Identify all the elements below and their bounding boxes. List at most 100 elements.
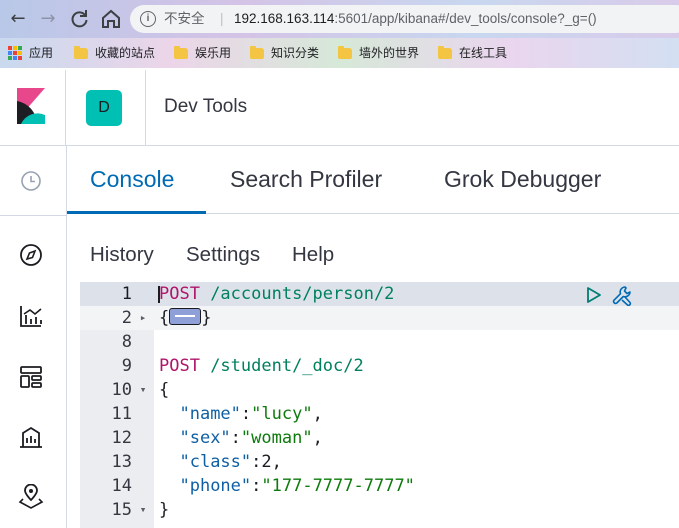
line-number: 11 [111, 404, 132, 424]
fold-toggle-icon[interactable]: ▾ [137, 378, 149, 402]
play-icon[interactable] [582, 284, 604, 306]
line-number: 1 [121, 284, 132, 304]
settings-link[interactable]: Settings [186, 243, 260, 267]
code-line[interactable]: 13 "class":2, [80, 450, 679, 474]
line-number: 2 [121, 308, 132, 328]
json-key: "phone" [179, 476, 252, 496]
json-value: 2 [261, 452, 272, 472]
kibana-logo[interactable] [0, 70, 66, 145]
code-line[interactable]: 10 ▾ { [80, 378, 679, 402]
forward-icon[interactable]: → [36, 7, 60, 31]
folder-icon [338, 45, 352, 59]
security-label: 不安全 [164, 11, 205, 26]
bookmark-label: 知识分类 [271, 46, 320, 60]
json-pair: "class":2, [179, 452, 282, 472]
compass-icon[interactable] [18, 242, 44, 268]
help-link[interactable]: Help [292, 243, 334, 267]
code-line[interactable]: 1 POST /accounts/person/2 [80, 282, 679, 306]
bookmark-folder[interactable]: 娱乐用 [174, 45, 231, 61]
json-comma: , [312, 428, 323, 448]
json-comma: , [312, 404, 323, 424]
line-number: 13 [111, 452, 132, 472]
folder-icon [174, 45, 188, 59]
info-icon[interactable]: i [140, 11, 156, 27]
canvas-icon[interactable] [18, 424, 44, 450]
dashboard-icon[interactable] [18, 364, 44, 390]
bookmark-apps[interactable]: 应用 [8, 45, 53, 61]
url-host: 192.168.163.114 [234, 11, 335, 26]
request-path: /accounts/person/2 [199, 284, 395, 304]
text-cursor [158, 286, 160, 303]
json-key: "name" [179, 404, 241, 424]
home-icon[interactable] [99, 7, 123, 31]
history-link[interactable]: History [90, 243, 154, 267]
active-tab-indicator [67, 211, 206, 214]
address-bar[interactable]: i 不安全 | 192.168.163.114:5601/app/kibana#… [130, 5, 679, 33]
back-icon[interactable]: ← [6, 7, 30, 31]
json-value: "woman" [240, 428, 313, 448]
bookmark-label: 娱乐用 [195, 46, 232, 60]
clock-icon[interactable] [18, 168, 44, 194]
brace-open: { [159, 308, 170, 328]
bookmark-folder[interactable]: 收藏的站点 [74, 45, 155, 61]
bookmark-folder[interactable]: 墙外的世界 [338, 45, 419, 61]
wrench-icon[interactable] [611, 284, 633, 306]
folded-body: {} [159, 306, 212, 330]
url-path: :5601/app/kibana#/dev_tools/console?_g=(… [334, 11, 597, 26]
line-number: 10 [111, 380, 132, 400]
line-number: 9 [121, 356, 132, 376]
folder-icon [74, 45, 88, 59]
code-line[interactable]: 14 "phone":"177-7777-7777" [80, 474, 679, 498]
brace-close: } [159, 500, 170, 520]
request-line: POST /student/_doc/2 [159, 354, 364, 378]
code-line[interactable]: 15 ▾ } [80, 498, 679, 522]
tab-console[interactable]: Console [90, 166, 174, 212]
apps-icon [8, 46, 22, 60]
tab-grok-debugger[interactable]: Grok Debugger [444, 166, 601, 212]
visualize-icon[interactable] [18, 303, 44, 329]
json-pair: "phone":"177-7777-7777" [179, 476, 415, 496]
code-line[interactable]: 8 [80, 330, 679, 354]
line-number: 14 [111, 476, 132, 496]
json-key: "class" [179, 452, 252, 472]
http-method: POST [159, 284, 200, 304]
fold-toggle-icon[interactable]: ▸ [137, 306, 149, 330]
line-number: 8 [121, 332, 132, 352]
code-line[interactable]: 9 POST /student/_doc/2 [80, 354, 679, 378]
brace-open: { [159, 380, 170, 400]
request-path: /student/_doc/2 [199, 356, 364, 376]
json-pair: "sex":"woman", [179, 428, 323, 448]
bookmark-folder[interactable]: 知识分类 [250, 45, 319, 61]
fold-placeholder-icon[interactable] [169, 308, 202, 325]
json-value: "lucy" [251, 404, 313, 424]
code-line[interactable]: 11 "name":"lucy", [80, 402, 679, 426]
fold-toggle-icon[interactable]: ▾ [137, 498, 149, 522]
tab-search-profiler[interactable]: Search Profiler [230, 166, 382, 212]
folder-icon [438, 45, 452, 59]
code-line[interactable]: 12 "sex":"woman", [80, 426, 679, 450]
reload-icon[interactable] [67, 7, 91, 31]
bookmark-folder[interactable]: 在线工具 [438, 45, 507, 61]
json-key: "sex" [179, 428, 231, 448]
bookmark-label: 墙外的世界 [359, 46, 420, 60]
bookmark-label: 在线工具 [459, 46, 508, 60]
folder-icon [250, 45, 264, 59]
space-selector[interactable]: D [66, 70, 146, 145]
bookmark-label: 收藏的站点 [95, 46, 156, 60]
code-line[interactable]: 2 ▸ {} [80, 306, 679, 330]
line-number: 15 [111, 500, 132, 520]
recently-viewed[interactable] [0, 146, 66, 216]
json-value: "177-7777-7777" [261, 476, 415, 496]
json-pair: "name":"lucy", [179, 404, 323, 424]
dev-tools-tabs: Console Search Profiler Grok Debugger [67, 146, 679, 214]
json-comma: , [271, 452, 282, 472]
space-avatar[interactable]: D [86, 90, 122, 126]
page-title: Dev Tools [164, 96, 248, 117]
bookmark-label: 应用 [29, 46, 54, 60]
app-header: D Dev Tools [0, 70, 679, 146]
console-editor[interactable]: 1 POST /accounts/person/2 2 ▸ {} 8 9 POS… [80, 282, 679, 528]
browser-toolbar: ← → i 不安全 | 192.168.163.114:5601/app/kib… [0, 0, 679, 38]
side-nav [0, 146, 67, 528]
maps-icon[interactable] [18, 484, 44, 510]
url-separator: | [220, 11, 224, 26]
